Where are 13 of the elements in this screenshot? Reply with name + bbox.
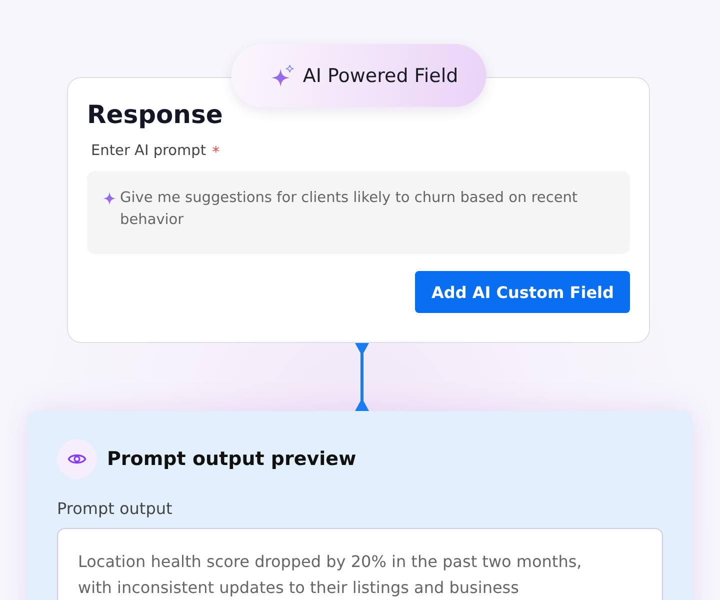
output-field[interactable]: Location health score dropped by 20% in the past two months, with inconsistent updates to their listings and business xyxy=(57,528,663,600)
sparkle-icon xyxy=(103,192,116,205)
field-label: Enter AI prompt xyxy=(91,143,206,161)
prompt-field[interactable]: Give me suggestions for clients likely to churn based on recent behavior xyxy=(87,171,630,254)
card-title: Prompt output preview xyxy=(107,448,356,470)
add-field-button[interactable]: Add AI Custom Field xyxy=(415,271,630,313)
connector-line xyxy=(354,343,370,411)
field-label: Prompt output xyxy=(57,499,174,518)
required-mark: * xyxy=(212,143,220,161)
eye-icon xyxy=(57,439,97,479)
sparkles-icon xyxy=(270,64,295,86)
card-title: Response xyxy=(87,100,224,129)
badge-label: AI Powered Field xyxy=(302,64,458,86)
